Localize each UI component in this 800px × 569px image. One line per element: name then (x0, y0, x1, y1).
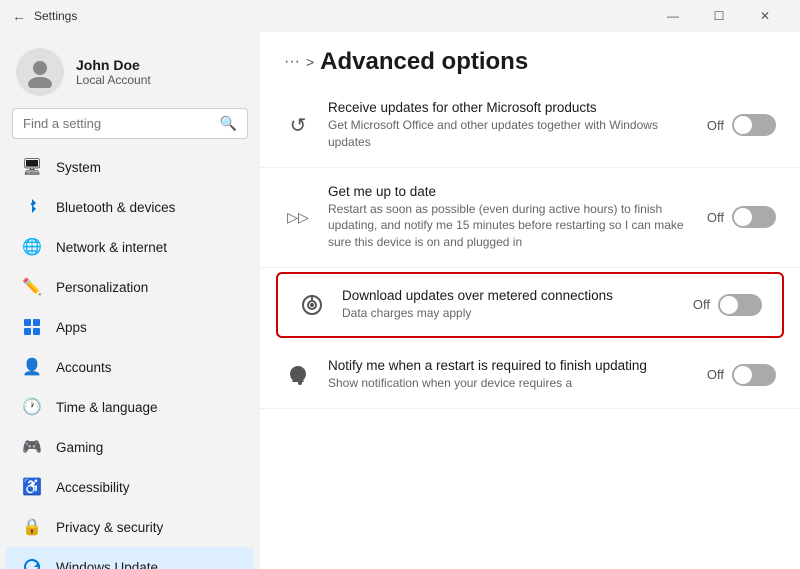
sidebar-item-label: Accessibility (56, 480, 130, 495)
sidebar-item-accounts[interactable]: 👤 Accounts (6, 347, 254, 387)
main-content: ··· > Advanced options ↺ Receive updates… (260, 32, 800, 569)
setting-title: Get me up to date (328, 184, 691, 199)
setting-control: Off (707, 206, 776, 228)
accessibility-icon: ♿ (22, 477, 42, 497)
setting-item-get-up-to-date: ▷▷ Get me up to date Restart as soon as … (260, 168, 800, 268)
setting-control: Off (707, 364, 776, 386)
user-profile[interactable]: John Doe Local Account (0, 32, 260, 108)
setting-item-receive-updates: ↺ Receive updates for other Microsoft pr… (260, 84, 800, 168)
title-bar: ← Settings — ☐ ✕ (0, 0, 800, 32)
setting-value: Off (693, 297, 710, 312)
privacy-icon: 🔒 (22, 517, 42, 537)
get-up-to-date-icon: ▷▷ (284, 203, 312, 231)
nav-list: 🖥 System Bluetooth & devices 🌐 Network &… (0, 147, 260, 569)
breadcrumb-dots[interactable]: ··· (284, 53, 300, 71)
title-bar-controls: — ☐ ✕ (650, 0, 788, 32)
setting-desc: Get Microsoft Office and other updates t… (328, 117, 691, 151)
setting-item-metered-connections: Download updates over metered connection… (276, 272, 784, 338)
toggle-metered-connections[interactable] (718, 294, 762, 316)
sidebar-item-label: System (56, 160, 101, 175)
sidebar-item-label: Privacy & security (56, 520, 163, 535)
search-input[interactable] (23, 116, 212, 131)
setting-desc: Restart as soon as possible (even during… (328, 201, 691, 251)
setting-item-notify-restart: Notify me when a restart is required to … (260, 342, 800, 409)
setting-desc: Data charges may apply (342, 305, 677, 322)
sidebar-item-label: Personalization (56, 280, 148, 295)
user-account: Local Account (76, 73, 151, 87)
sidebar-item-apps[interactable]: Apps (6, 307, 254, 347)
toggle-get-up-to-date[interactable] (732, 206, 776, 228)
gaming-icon: 🎮 (22, 437, 42, 457)
network-icon: 🌐 (22, 237, 42, 257)
setting-value: Off (707, 118, 724, 133)
sidebar: John Doe Local Account 🔍 🖥 System Blueto… (0, 32, 260, 569)
setting-desc: Show notification when your device requi… (328, 375, 691, 392)
bluetooth-icon (22, 197, 42, 217)
settings-list: ↺ Receive updates for other Microsoft pr… (260, 84, 800, 569)
sidebar-item-bluetooth[interactable]: Bluetooth & devices (6, 187, 254, 227)
setting-control: Off (707, 114, 776, 136)
setting-text: Download updates over metered connection… (342, 288, 677, 322)
sidebar-item-accessibility[interactable]: ♿ Accessibility (6, 467, 254, 507)
search-box[interactable]: 🔍 (12, 108, 248, 139)
setting-title: Notify me when a restart is required to … (328, 358, 691, 373)
sidebar-item-time[interactable]: 🕐 Time & language (6, 387, 254, 427)
notify-restart-icon (284, 361, 312, 389)
sidebar-item-label: Bluetooth & devices (56, 200, 175, 215)
receive-updates-icon: ↺ (284, 111, 312, 139)
setting-control: Off (693, 294, 762, 316)
avatar (16, 48, 64, 96)
sidebar-item-personalization[interactable]: ✏️ Personalization (6, 267, 254, 307)
setting-text: Receive updates for other Microsoft prod… (328, 100, 691, 151)
app-body: John Doe Local Account 🔍 🖥 System Blueto… (0, 32, 800, 569)
accounts-icon: 👤 (22, 357, 42, 377)
setting-title: Download updates over metered connection… (342, 288, 677, 303)
sidebar-item-label: Apps (56, 320, 87, 335)
time-icon: 🕐 (22, 397, 42, 417)
sidebar-item-label: Accounts (56, 360, 112, 375)
sidebar-item-label: Windows Update (56, 560, 158, 569)
system-icon: 🖥 (22, 157, 42, 177)
toggle-receive-updates[interactable] (732, 114, 776, 136)
page-header: ··· > Advanced options (260, 32, 800, 84)
setting-value: Off (707, 210, 724, 225)
app-title: Settings (34, 9, 77, 23)
sidebar-item-system[interactable]: 🖥 System (6, 147, 254, 187)
apps-icon (22, 317, 42, 337)
minimize-button[interactable]: — (650, 0, 696, 32)
title-bar-left: ← Settings (12, 8, 77, 24)
setting-value: Off (707, 367, 724, 382)
page-title: Advanced options (320, 48, 528, 76)
maximize-button[interactable]: ☐ (696, 0, 742, 32)
sidebar-item-label: Network & internet (56, 240, 167, 255)
close-button[interactable]: ✕ (742, 0, 788, 32)
sidebar-item-privacy[interactable]: 🔒 Privacy & security (6, 507, 254, 547)
sidebar-item-label: Time & language (56, 400, 158, 415)
user-info: John Doe Local Account (76, 57, 151, 87)
metered-connections-icon (298, 291, 326, 319)
back-arrow-icon[interactable]: ← (12, 8, 26, 24)
sidebar-item-gaming[interactable]: 🎮 Gaming (6, 427, 254, 467)
setting-title: Receive updates for other Microsoft prod… (328, 100, 691, 115)
setting-text: Get me up to date Restart as soon as pos… (328, 184, 691, 251)
sidebar-item-network[interactable]: 🌐 Network & internet (6, 227, 254, 267)
windows-update-icon (22, 557, 42, 569)
search-icon: 🔍 (220, 115, 237, 132)
personalization-icon: ✏️ (22, 277, 42, 297)
sidebar-item-windows-update[interactable]: Windows Update (6, 547, 254, 569)
sidebar-item-label: Gaming (56, 440, 103, 455)
setting-text: Notify me when a restart is required to … (328, 358, 691, 392)
user-name: John Doe (76, 57, 151, 73)
breadcrumb-separator: > (306, 54, 314, 70)
toggle-notify-restart[interactable] (732, 364, 776, 386)
